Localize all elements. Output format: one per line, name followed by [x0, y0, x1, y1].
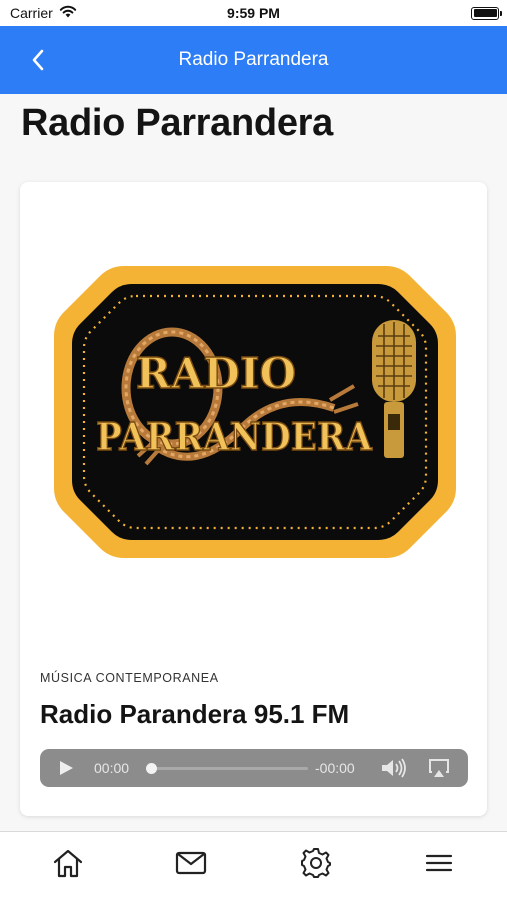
- logo-text-parrandera: PARRANDERA: [96, 414, 372, 459]
- airplay-icon: [429, 759, 449, 777]
- page-title: Radio Parrandera: [21, 102, 333, 144]
- play-icon: [60, 761, 73, 775]
- menu-icon: [425, 854, 453, 872]
- tab-bar: [0, 831, 507, 900]
- remaining-time: -00:00: [315, 760, 355, 776]
- seek-thumb[interactable]: [146, 763, 157, 774]
- volume-button[interactable]: [380, 758, 408, 778]
- carrier-label: Carrier: [10, 5, 53, 21]
- status-left: Carrier: [10, 5, 77, 21]
- station-logo: RADIO PARRANDERA: [54, 260, 456, 564]
- gear-icon: [301, 848, 331, 878]
- tab-menu[interactable]: [422, 846, 456, 880]
- tab-mail[interactable]: [174, 846, 208, 880]
- home-icon: [53, 849, 83, 878]
- chevron-left-icon: [32, 49, 44, 71]
- audio-player: 00:00 -00:00: [40, 749, 468, 787]
- wifi-icon: [59, 5, 77, 21]
- airplay-button[interactable]: [428, 758, 450, 778]
- status-bar: Carrier 9:59 PM: [0, 0, 507, 26]
- logo-text-radio: RADIO: [136, 349, 296, 398]
- play-button[interactable]: [58, 760, 74, 776]
- elapsed-time: 00:00: [94, 760, 130, 776]
- mail-icon: [175, 851, 207, 875]
- station-category: MÚSICA CONTEMPORANEA: [40, 671, 219, 685]
- seek-bar[interactable]: [146, 763, 308, 774]
- battery-icon: [471, 6, 502, 20]
- station-name: Radio Parandera 95.1 FM: [40, 699, 350, 729]
- navigation-bar: Radio Parrandera: [0, 26, 507, 94]
- back-button[interactable]: [26, 48, 50, 72]
- tab-settings[interactable]: [299, 846, 333, 880]
- tab-home[interactable]: [51, 846, 85, 880]
- volume-icon: [382, 758, 406, 778]
- station-card: RADIO PARRANDERA MÚSICA CONTEMPORANEA Ra…: [20, 182, 487, 816]
- nav-title: Radio Parrandera: [178, 49, 329, 70]
